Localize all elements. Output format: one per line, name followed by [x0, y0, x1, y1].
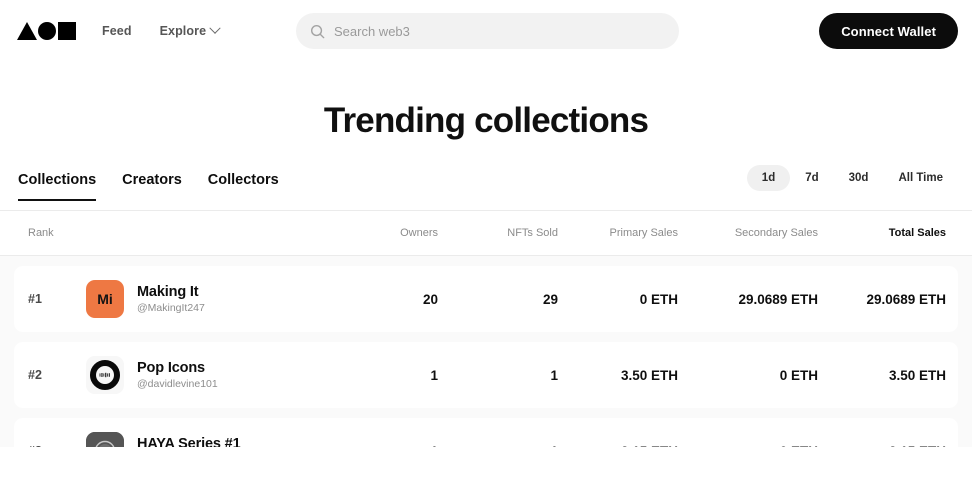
square-icon: [58, 22, 76, 40]
tab-collectors-label: Collectors: [208, 172, 279, 188]
page-title: Trending collections: [0, 101, 972, 141]
tab-creators[interactable]: Creators: [122, 172, 182, 201]
tab-collectors[interactable]: Collectors: [208, 172, 279, 201]
collection-text: HAYA Series #1 @hanbenP: [137, 435, 241, 447]
row-rank: #2: [28, 368, 86, 382]
table-header-row: Rank Owners NFTs Sold Primary Sales Seco…: [0, 211, 972, 255]
avatar-initials: Mi: [97, 291, 113, 307]
column-header-nfts-sold[interactable]: NFTs Sold: [438, 227, 558, 239]
collection-text: Pop Icons @davidlevine101: [137, 359, 218, 392]
row-rank: #3: [28, 444, 86, 447]
top-navigation-bar: Feed Explore Connect Wallet: [0, 0, 972, 62]
tabs-and-filter-row: Collections Creators Collectors 1d 7d 30…: [0, 172, 972, 210]
circle-icon: [38, 22, 56, 40]
search-input[interactable]: [334, 24, 665, 39]
tab-collections-label: Collections: [18, 172, 96, 188]
nav-link-explore-label: Explore: [160, 24, 207, 38]
time-range-filter: 1d 7d 30d All Time: [747, 165, 958, 191]
nav-link-feed[interactable]: Feed: [102, 24, 132, 38]
column-header-secondary-sales[interactable]: Secondary Sales: [678, 227, 818, 239]
collection-handle: @MakingIt247: [137, 301, 205, 316]
row-total-sales: 2.15 ETH: [818, 444, 946, 448]
tab-collections[interactable]: Collections: [18, 172, 96, 201]
table-row[interactable]: #1 Mi Making It @MakingIt247 20 29 0 ETH…: [14, 266, 958, 332]
triangle-icon: [17, 22, 37, 40]
row-nfts-sold: 1: [438, 368, 558, 383]
row-primary-sales: 2.15 ETH: [558, 444, 678, 448]
row-primary-sales: 0 ETH: [558, 292, 678, 307]
emblem-artwork-icon: [86, 432, 124, 447]
row-collection[interactable]: Mi Making It @MakingIt247: [86, 280, 328, 318]
range-option-30d[interactable]: 30d: [834, 165, 884, 191]
collections-table-body: #1 Mi Making It @MakingIt247 20 29 0 ETH…: [0, 256, 972, 447]
table-row[interactable]: #3 HAYA Series #1 @hanbe: [14, 418, 958, 447]
ring-artwork-icon: [86, 356, 124, 394]
collection-title: Pop Icons: [137, 359, 218, 377]
search-icon: [310, 24, 325, 39]
column-header-total-sales[interactable]: Total Sales: [818, 227, 946, 239]
collection-handle: @davidlevine101: [137, 377, 218, 392]
collection-avatar: [86, 356, 124, 394]
row-nfts-sold: 1: [438, 444, 558, 448]
row-owners: 20: [328, 292, 438, 307]
row-owners: 1: [328, 368, 438, 383]
collection-text: Making It @MakingIt247: [137, 283, 205, 316]
range-option-all-time[interactable]: All Time: [883, 165, 958, 191]
row-secondary-sales: 0 ETH: [678, 444, 818, 448]
row-secondary-sales: 29.0689 ETH: [678, 292, 818, 307]
collection-title: HAYA Series #1: [137, 435, 241, 447]
range-option-7d[interactable]: 7d: [790, 165, 833, 191]
collection-title: Making It: [137, 283, 205, 301]
primary-nav-links: Feed Explore: [102, 24, 219, 38]
collection-avatar: [86, 432, 124, 447]
column-header-rank[interactable]: Rank: [28, 227, 86, 239]
row-rank: #1: [28, 292, 86, 306]
collection-avatar: Mi: [86, 280, 124, 318]
row-total-sales: 29.0689 ETH: [818, 292, 946, 307]
row-collection[interactable]: HAYA Series #1 @hanbenP: [86, 432, 328, 447]
column-header-primary-sales[interactable]: Primary Sales: [558, 227, 678, 239]
nav-link-explore[interactable]: Explore: [160, 24, 220, 38]
row-collection[interactable]: Pop Icons @davidlevine101: [86, 356, 328, 394]
table-row[interactable]: #2 Pop Icons @davi: [14, 342, 958, 408]
search-bar[interactable]: [296, 13, 679, 49]
row-owners: 1: [328, 444, 438, 448]
row-nfts-sold: 29: [438, 292, 558, 307]
range-option-1d[interactable]: 1d: [747, 165, 790, 191]
row-primary-sales: 3.50 ETH: [558, 368, 678, 383]
row-secondary-sales: 0 ETH: [678, 368, 818, 383]
tab-creators-label: Creators: [122, 172, 182, 188]
column-header-owners[interactable]: Owners: [328, 227, 438, 239]
row-total-sales: 3.50 ETH: [818, 368, 946, 383]
nav-link-feed-label: Feed: [102, 24, 132, 38]
chevron-down-icon: [209, 23, 220, 34]
connect-wallet-button[interactable]: Connect Wallet: [819, 13, 958, 49]
site-logo[interactable]: [17, 22, 76, 40]
